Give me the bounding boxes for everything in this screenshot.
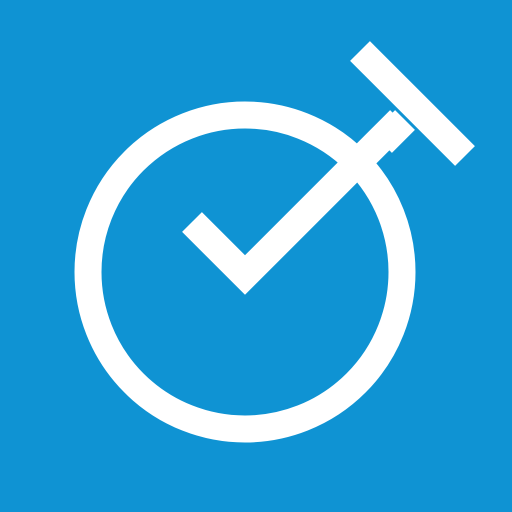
- stopwatch-with-checkmark-icon: [0, 0, 512, 512]
- app-icon-background: [0, 0, 512, 512]
- stopwatch-stem-icon: [372, 110, 415, 153]
